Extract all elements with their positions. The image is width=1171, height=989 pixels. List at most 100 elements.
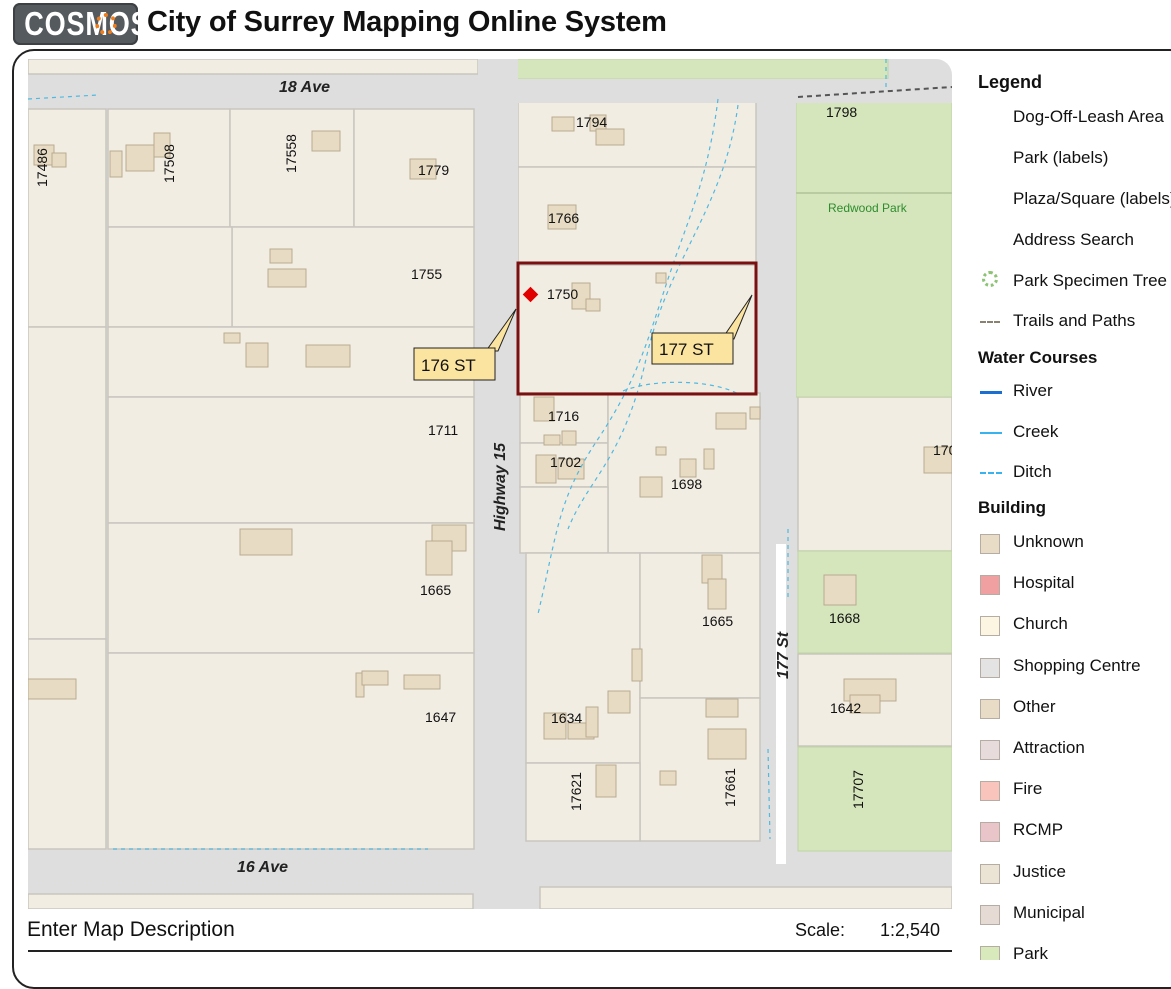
legend-item-building: Other [978, 694, 1171, 720]
address-label: 17486 [34, 148, 50, 187]
legend-item-label: Church [1013, 614, 1068, 634]
address-label: 1716 [548, 408, 579, 424]
st-177-median [776, 544, 786, 864]
address-label: 1750 [547, 286, 578, 302]
legend-item-building: Municipal [978, 900, 1171, 926]
legend-item-label: Park Specimen Tree [1013, 271, 1168, 290]
building-swatch-icon [980, 822, 1000, 843]
legend-item-label: Attraction [1013, 738, 1085, 757]
legend-item-park-specimen-tree: Park Specimen Tree [978, 268, 1171, 294]
address-label: 1711 [428, 422, 458, 438]
legend-item-plaza-labels: Plaza/Square (labels) [978, 186, 1171, 212]
legend-title: Legend [978, 72, 1043, 92]
legend-item-label: Address Search [1013, 230, 1134, 249]
map-canvas[interactable]: 18 Ave 16 Ave Highway 15 177 St Redwood … [28, 59, 952, 909]
legend-item-label: Ditch [1013, 462, 1052, 481]
legend-item-label: Plaza/Square (labels) [1013, 189, 1171, 208]
legend-item-label: Shopping Centre [1013, 655, 1141, 675]
legend-item-building: Justice [978, 859, 1171, 885]
legend-item-river: River [978, 378, 1171, 404]
legend-item-building: Attraction [978, 735, 1171, 761]
building-swatch-icon [980, 657, 1000, 678]
callout-right-text: 177 ST [659, 340, 714, 359]
legend-item-label: Fire [1013, 779, 1043, 799]
scale-value: 1:2,540 [880, 920, 941, 940]
legend-item-building: Unknown [978, 529, 1171, 555]
legend-item-address-search: Address Search [978, 227, 1171, 253]
road-label-177-st: 177 St [775, 631, 792, 679]
road-label-18-ave: 18 Ave [279, 79, 330, 96]
legend-item-label: RCMP [1013, 820, 1064, 840]
building-swatch-icon [980, 698, 1000, 719]
building-swatch-icon [980, 740, 1000, 760]
callout-left-text: 176 ST [421, 356, 476, 375]
address-label: 1634 [551, 710, 582, 726]
legend-item-label: Park [1013, 944, 1048, 960]
legend-item-label: Other [1013, 696, 1056, 716]
legend-item-label: Dog-Off-Leash Area [1013, 107, 1164, 126]
parcels-west [28, 59, 479, 909]
creek-swatch-icon [980, 432, 1002, 434]
legend-item-label: Hospital [1013, 573, 1075, 593]
cosmos-logo[interactable]: COSMOS [13, 3, 149, 45]
legend-item-label: Justice [1013, 861, 1066, 881]
address-label: 1665 [420, 582, 451, 598]
building-swatch-icon [980, 946, 1000, 960]
legend-item-trails: Trails and Paths [978, 308, 1171, 334]
building-swatch-icon [980, 904, 1000, 925]
address-label: 17661 [722, 768, 738, 807]
building-swatch-icon [980, 616, 1000, 637]
legend-item-building: Park [978, 941, 1171, 960]
address-label: 17621 [568, 772, 584, 811]
address-label: 1779 [418, 162, 449, 178]
legend-item-building: Fire [978, 776, 1171, 802]
address-label: 1665 [702, 613, 733, 629]
address-label: 1794 [576, 114, 607, 130]
legend-item-building: RCMP [978, 817, 1171, 843]
map-svg: 18 Ave 16 Ave Highway 15 177 St Redwood … [28, 59, 952, 909]
legend-group-water: Water Courses [978, 348, 1098, 367]
road-label-16-ave: 16 Ave [237, 859, 288, 876]
tree-icon [982, 271, 998, 287]
road-label-highway-15: Highway 15 [492, 442, 509, 531]
legend-item-ditch: Ditch [978, 459, 1171, 485]
address-label: 1698 [671, 476, 702, 492]
legend-item-building: Church [978, 611, 1171, 637]
gear-icon [95, 13, 117, 35]
address-label: 1702 [550, 454, 581, 470]
footer-divider [28, 950, 952, 952]
address-label: 1668 [829, 610, 860, 626]
address-label: 17508 [161, 144, 177, 183]
trail-swatch-icon [980, 321, 1000, 323]
park-label: Redwood Park [828, 201, 908, 215]
address-label: 1766 [548, 210, 579, 226]
building-swatch-icon [980, 781, 1000, 802]
address-label: 17558 [283, 134, 299, 173]
legend-item-dog-off-leash: Dog-Off-Leash Area [978, 104, 1171, 130]
legend-item-label: Trails and Paths [1013, 311, 1136, 330]
address-label: 170 [933, 442, 952, 458]
legend-item-creek: Creek [978, 419, 1171, 445]
address-label: 1642 [830, 700, 861, 716]
scale-label: Scale: [795, 920, 846, 940]
legend-item-building: Hospital [978, 570, 1171, 596]
legend-panel: Legend Dog-Off-Leash Area Park (labels) … [968, 62, 1171, 960]
river-swatch-icon [980, 391, 1002, 394]
building-swatch-icon [980, 534, 1000, 554]
building-swatch-icon [980, 863, 1000, 884]
address-label: 1798 [826, 104, 857, 120]
map-description[interactable]: Enter Map Description [27, 918, 235, 942]
legend-group-building: Building [978, 498, 1046, 517]
address-label: 1755 [411, 266, 442, 282]
page-title: City of Surrey Mapping Online System [147, 6, 667, 38]
address-label: 1647 [425, 709, 456, 725]
address-label: 17707 [850, 770, 866, 809]
ditch-swatch-icon [980, 472, 1002, 474]
legend-item-building: Shopping Centre [978, 653, 1171, 679]
legend-item-label: Park (labels) [1013, 148, 1109, 167]
legend-item-label: River [1013, 381, 1053, 400]
legend-item-label: Unknown [1013, 532, 1084, 551]
building-swatch-icon [980, 575, 1000, 596]
legend-item-park-labels: Park (labels) [978, 145, 1171, 171]
header: COSMOS City of Surrey Mapping Online Sys… [0, 0, 1171, 50]
